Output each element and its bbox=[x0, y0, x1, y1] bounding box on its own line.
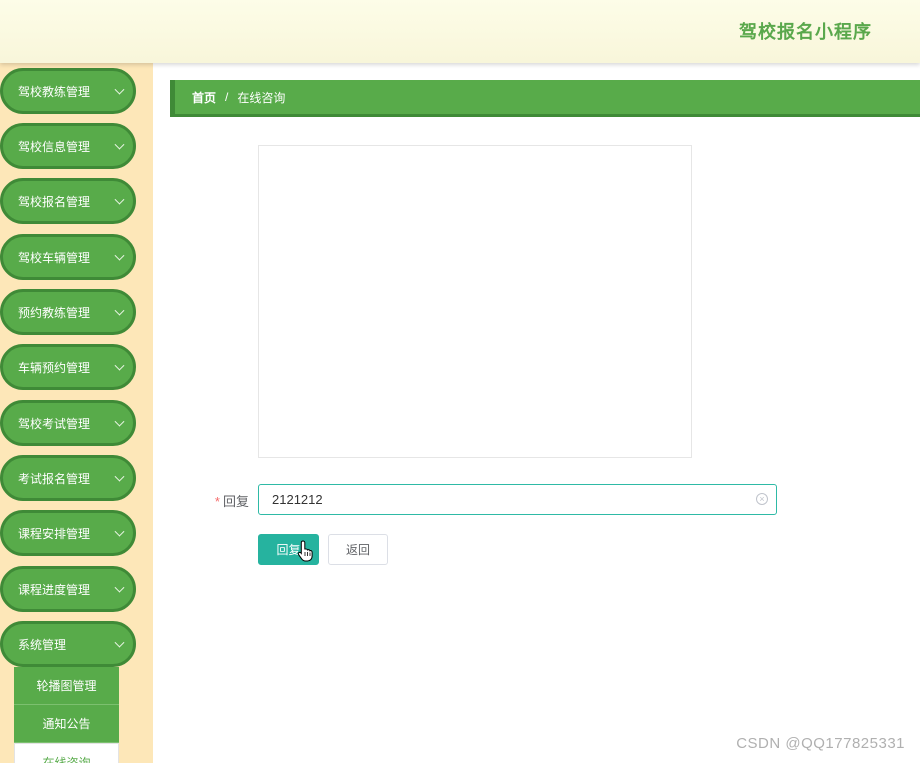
sidebar-item-vehicle[interactable]: 驾校车辆管理 bbox=[0, 234, 136, 280]
back-button[interactable]: 返回 bbox=[328, 534, 388, 565]
reply-input[interactable] bbox=[258, 484, 777, 515]
consultation-content-box bbox=[258, 145, 692, 458]
reply-label-text: 回复 bbox=[222, 494, 249, 509]
breadcrumb-home[interactable]: 首页 bbox=[192, 89, 216, 106]
clear-icon[interactable]: × bbox=[756, 493, 768, 505]
chevron-down-icon bbox=[114, 305, 125, 316]
sidebar: 驾校教练管理 驾校信息管理 驾校报名管理 驾校车辆管理 预约教练管理 车辆预约管… bbox=[0, 63, 153, 763]
sidebar-item-label: 驾校教练管理 bbox=[18, 84, 91, 99]
sidebar-item-label: 系统管理 bbox=[18, 637, 67, 652]
submenu-item-consultation[interactable]: 在线咨询 bbox=[14, 743, 119, 763]
chevron-down-icon bbox=[114, 84, 125, 95]
breadcrumb-separator: / bbox=[225, 90, 229, 104]
sidebar-item-exam-registration[interactable]: 考试报名管理 bbox=[0, 455, 136, 501]
chevron-down-icon bbox=[114, 582, 125, 593]
sidebar-item-system[interactable]: 系统管理 bbox=[0, 621, 136, 667]
sidebar-item-label: 车辆预约管理 bbox=[18, 360, 91, 375]
chevron-down-icon bbox=[114, 250, 125, 261]
required-mark: * bbox=[214, 494, 220, 509]
sidebar-item-label: 预约教练管理 bbox=[18, 305, 91, 320]
sidebar-item-label: 考试报名管理 bbox=[18, 471, 91, 486]
submenu-item-carousel[interactable]: 轮播图管理 bbox=[14, 667, 119, 705]
chevron-down-icon bbox=[114, 637, 125, 648]
sidebar-item-label: 课程进度管理 bbox=[18, 582, 91, 597]
sidebar-item-school-info[interactable]: 驾校信息管理 bbox=[0, 123, 136, 169]
sidebar-item-exam[interactable]: 驾校考试管理 bbox=[0, 400, 136, 446]
sidebar-item-vehicle-booking[interactable]: 车辆预约管理 bbox=[0, 344, 136, 390]
sidebar-item-course-progress[interactable]: 课程进度管理 bbox=[0, 566, 136, 612]
top-header: 驾校报名小程序 bbox=[0, 0, 920, 63]
chevron-down-icon bbox=[114, 526, 125, 537]
system-submenu: 轮播图管理 通知公告 在线咨询 bbox=[14, 667, 119, 763]
watermark: CSDN @QQ177825331 bbox=[736, 735, 905, 752]
sidebar-item-label: 课程安排管理 bbox=[18, 526, 91, 541]
submenu-item-notice[interactable]: 通知公告 bbox=[14, 705, 119, 743]
sidebar-item-label: 驾校信息管理 bbox=[18, 139, 91, 154]
chevron-down-icon bbox=[114, 416, 125, 427]
hand-cursor-icon bbox=[297, 540, 313, 562]
chevron-down-icon bbox=[114, 139, 125, 150]
sidebar-item-label: 驾校车辆管理 bbox=[18, 250, 91, 265]
sidebar-item-coach-booking[interactable]: 预约教练管理 bbox=[0, 289, 136, 335]
breadcrumb: 首页 / 在线咨询 bbox=[170, 80, 920, 117]
app-title: 驾校报名小程序 bbox=[739, 22, 872, 42]
chevron-down-icon bbox=[114, 194, 125, 205]
sidebar-item-course-schedule[interactable]: 课程安排管理 bbox=[0, 510, 136, 556]
sidebar-item-label: 驾校考试管理 bbox=[18, 416, 91, 431]
sidebar-item-registration[interactable]: 驾校报名管理 bbox=[0, 178, 136, 224]
chevron-down-icon bbox=[114, 471, 125, 482]
reply-label: * 回复 bbox=[207, 491, 249, 510]
breadcrumb-current: 在线咨询 bbox=[237, 90, 286, 105]
sidebar-item-coach-management[interactable]: 驾校教练管理 bbox=[0, 68, 136, 114]
sidebar-item-label: 驾校报名管理 bbox=[18, 194, 91, 209]
chevron-down-icon bbox=[114, 360, 125, 371]
